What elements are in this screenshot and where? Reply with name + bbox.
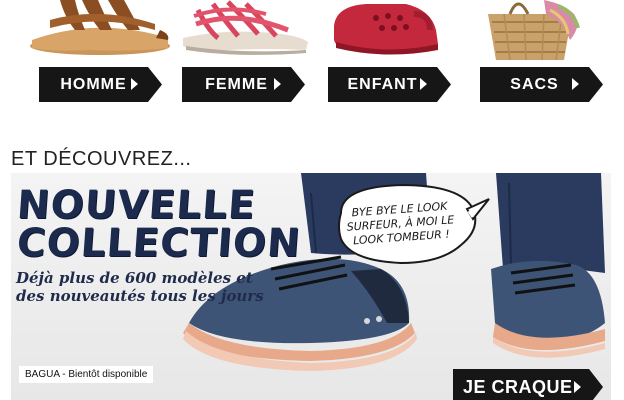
banner-subtitle: Déjà plus de 600 modèles et des nouveaut… (16, 269, 264, 305)
homme-button-label: HOMME (60, 76, 127, 93)
arrow-right-icon (572, 78, 579, 90)
section-heading: ET DÉCOUVREZ... (11, 148, 192, 170)
je-craque-button[interactable]: JE CRAQUE (453, 369, 603, 400)
banner-title-line2: COLLECTION (15, 221, 303, 266)
sacs-button-label: SACS (510, 76, 559, 93)
homme-button[interactable]: HOMME (39, 67, 162, 102)
cta-label: JE CRAQUE (463, 377, 573, 397)
enfant-button-label: ENFANT (347, 76, 418, 93)
arrow-right-icon (274, 78, 281, 90)
speech-bubble-text: BYE BYE LE LOOK SURFEUR, À MOI LE LOOK T… (346, 199, 455, 248)
arrow-right-icon (420, 78, 427, 90)
femme-button-label: FEMME (205, 76, 268, 93)
promo-banner[interactable]: NOUVELLE COLLECTION Déjà plus de 600 mod… (11, 173, 611, 400)
category-femme[interactable]: FEMME (178, 0, 328, 110)
banner-caption: BAGUA - Bientôt disponible (19, 366, 154, 383)
kids-clog-image[interactable] (326, 0, 476, 60)
category-enfant[interactable]: ENFANT (326, 0, 476, 110)
femme-button[interactable]: FEMME (182, 67, 305, 102)
sacs-button[interactable]: SACS (480, 67, 603, 102)
men-sandal-image[interactable] (20, 0, 170, 60)
arrow-right-icon (574, 381, 581, 393)
category-sacs[interactable]: SACS (474, 0, 624, 110)
enfant-button[interactable]: ENFANT (328, 67, 451, 102)
straw-bag-image[interactable] (474, 0, 624, 60)
arrow-right-icon (131, 78, 138, 90)
women-sandal-image[interactable] (178, 0, 328, 60)
category-homme[interactable]: HOMME (20, 0, 170, 110)
